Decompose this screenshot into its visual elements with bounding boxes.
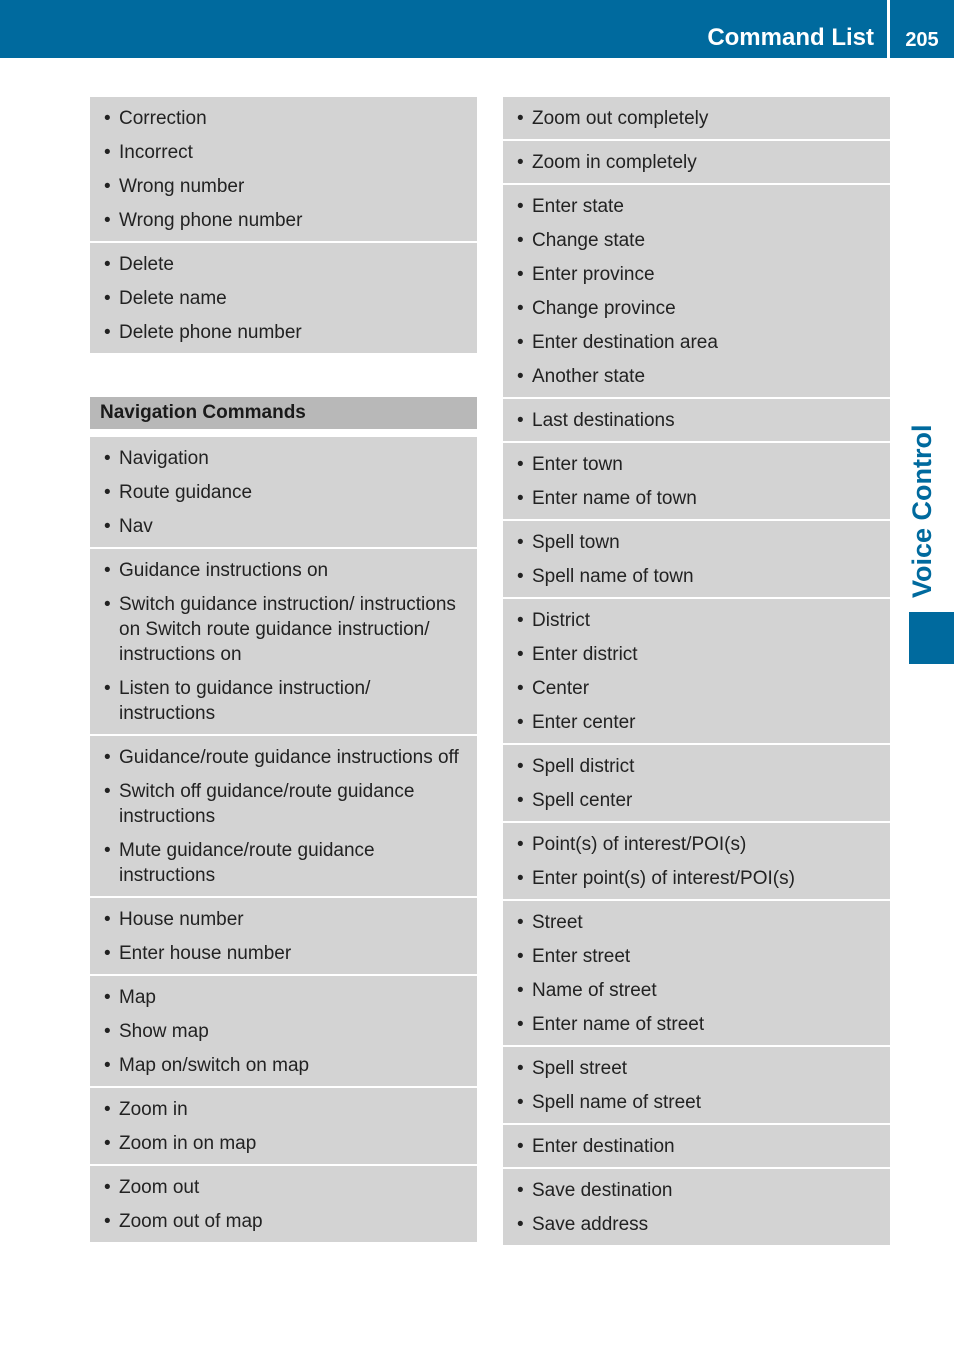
command-item: Navigation <box>104 446 467 471</box>
command-item: Zoom out completely <box>517 106 880 131</box>
command-item: Delete <box>104 252 467 277</box>
command-item: Zoom in <box>104 1097 467 1122</box>
command-item: Switch off guidance/route guidance instr… <box>104 779 467 829</box>
command-group: Zoom out completely <box>503 97 890 141</box>
command-group: Zoom out Zoom out of map <box>90 1166 477 1242</box>
command-group: Correction Incorrect Wrong number Wrong pho… <box>90 97 477 243</box>
page-title: Command List <box>707 24 874 51</box>
command-group: Guidance instructions on Switch guidance … <box>90 549 477 736</box>
command-group: House number Enter house number <box>90 898 477 976</box>
command-item: Center <box>517 676 880 701</box>
command-item: Zoom out of map <box>104 1209 467 1234</box>
command-item: Enter destination area <box>517 330 880 355</box>
command-group: Navigation Route guidance Nav <box>90 437 477 549</box>
command-item: Show map <box>104 1019 467 1044</box>
command-item: Spell town <box>517 530 880 555</box>
command-item: Name of street <box>517 978 880 1003</box>
command-item: Point(s) of interest/POI(s) <box>517 832 880 857</box>
command-group: Zoom in completely <box>503 141 890 185</box>
command-group: Save destination Save address <box>503 1169 890 1245</box>
command-item: Zoom in on map <box>104 1131 467 1156</box>
command-item: Change province <box>517 296 880 321</box>
command-item: Listen to guidance instruction/ instruct… <box>104 676 467 726</box>
command-item: Spell district <box>517 754 880 779</box>
command-group: District Enter district Center Enter center <box>503 599 890 745</box>
section-title-navigation-commands: Navigation Commands <box>90 397 477 429</box>
chapter-tab-label: Voice Control <box>907 424 937 598</box>
command-item: District <box>517 608 880 633</box>
command-item: Guidance instructions on <box>104 558 467 583</box>
command-item: Map on/switch on map <box>104 1053 467 1078</box>
command-item: Enter point(s) of interest/POI(s) <box>517 866 880 891</box>
command-item: Save address <box>517 1212 880 1237</box>
command-item: Mute guidance/route guidance instruction… <box>104 838 467 888</box>
command-group: Spell town Spell name of town <box>503 521 890 599</box>
command-item: Zoom in completely <box>517 150 880 175</box>
page-number: 205 <box>905 29 939 51</box>
command-item: Spell name of town <box>517 564 880 589</box>
command-group: Map Show map Map on/switch on map <box>90 976 477 1088</box>
command-item: Correction <box>104 106 467 131</box>
command-group: Enter state Change state Enter province Cha… <box>503 185 890 399</box>
command-item: Enter street <box>517 944 880 969</box>
command-item: Guidance/route guidance instructions off <box>104 745 467 770</box>
command-group: Delete Delete name Delete phone number <box>90 243 477 353</box>
command-item: Enter town <box>517 452 880 477</box>
right-column: Zoom out completely Zoom in completely Ent… <box>503 97 890 1245</box>
command-item: Street <box>517 910 880 935</box>
command-item: Spell name of street <box>517 1090 880 1115</box>
command-item: Nav <box>104 514 467 539</box>
command-item: Route guidance <box>104 480 467 505</box>
command-group: Spell street Spell name of street <box>503 1047 890 1125</box>
command-item: Enter name of town <box>517 486 880 511</box>
command-group: Spell district Spell center <box>503 745 890 823</box>
command-item: Wrong phone number <box>104 208 467 233</box>
left-column: Correction Incorrect Wrong number Wrong pho… <box>90 97 477 1242</box>
command-group: Zoom in Zoom in on map <box>90 1088 477 1166</box>
command-item: Enter destination <box>517 1134 880 1159</box>
command-item: Last destinations <box>517 408 880 433</box>
command-item: Map <box>104 985 467 1010</box>
command-item: Change state <box>517 228 880 253</box>
header-bar: Command List 205 <box>0 0 954 58</box>
command-item: House number <box>104 907 467 932</box>
command-item: Enter province <box>517 262 880 287</box>
command-item: Zoom out <box>104 1175 467 1200</box>
command-item: Spell center <box>517 788 880 813</box>
command-item: Another state <box>517 364 880 389</box>
command-item: Enter district <box>517 642 880 667</box>
command-item: Save destination <box>517 1178 880 1203</box>
command-item: Enter name of street <box>517 1012 880 1037</box>
phone-correction-commands: Correction Incorrect Wrong number Wrong pho… <box>90 97 477 353</box>
chapter-tab-marker <box>909 612 954 664</box>
command-group: Enter destination <box>503 1125 890 1169</box>
command-item: Enter state <box>517 194 880 219</box>
command-item: Incorrect <box>104 140 467 165</box>
navigation-commands-list: Navigation Route guidance Nav Guidance inst… <box>90 437 477 1242</box>
command-group: Last destinations <box>503 399 890 443</box>
command-group: Guidance/route guidance instructions off… <box>90 736 477 898</box>
navigation-commands-list-continued: Zoom out completely Zoom in completely Ent… <box>503 97 890 1245</box>
command-item: Wrong number <box>104 174 467 199</box>
command-item: Enter center <box>517 710 880 735</box>
command-item: Switch guidance instruction/ instruction… <box>104 592 467 667</box>
command-group: Street Enter street Name of street Enter na… <box>503 901 890 1047</box>
command-item: Spell street <box>517 1056 880 1081</box>
command-item: Delete name <box>104 286 467 311</box>
command-item: Enter house number <box>104 941 467 966</box>
command-item: Delete phone number <box>104 320 467 345</box>
command-group: Point(s) of interest/POI(s) Enter point(s… <box>503 823 890 901</box>
command-group: Enter town Enter name of town <box>503 443 890 521</box>
